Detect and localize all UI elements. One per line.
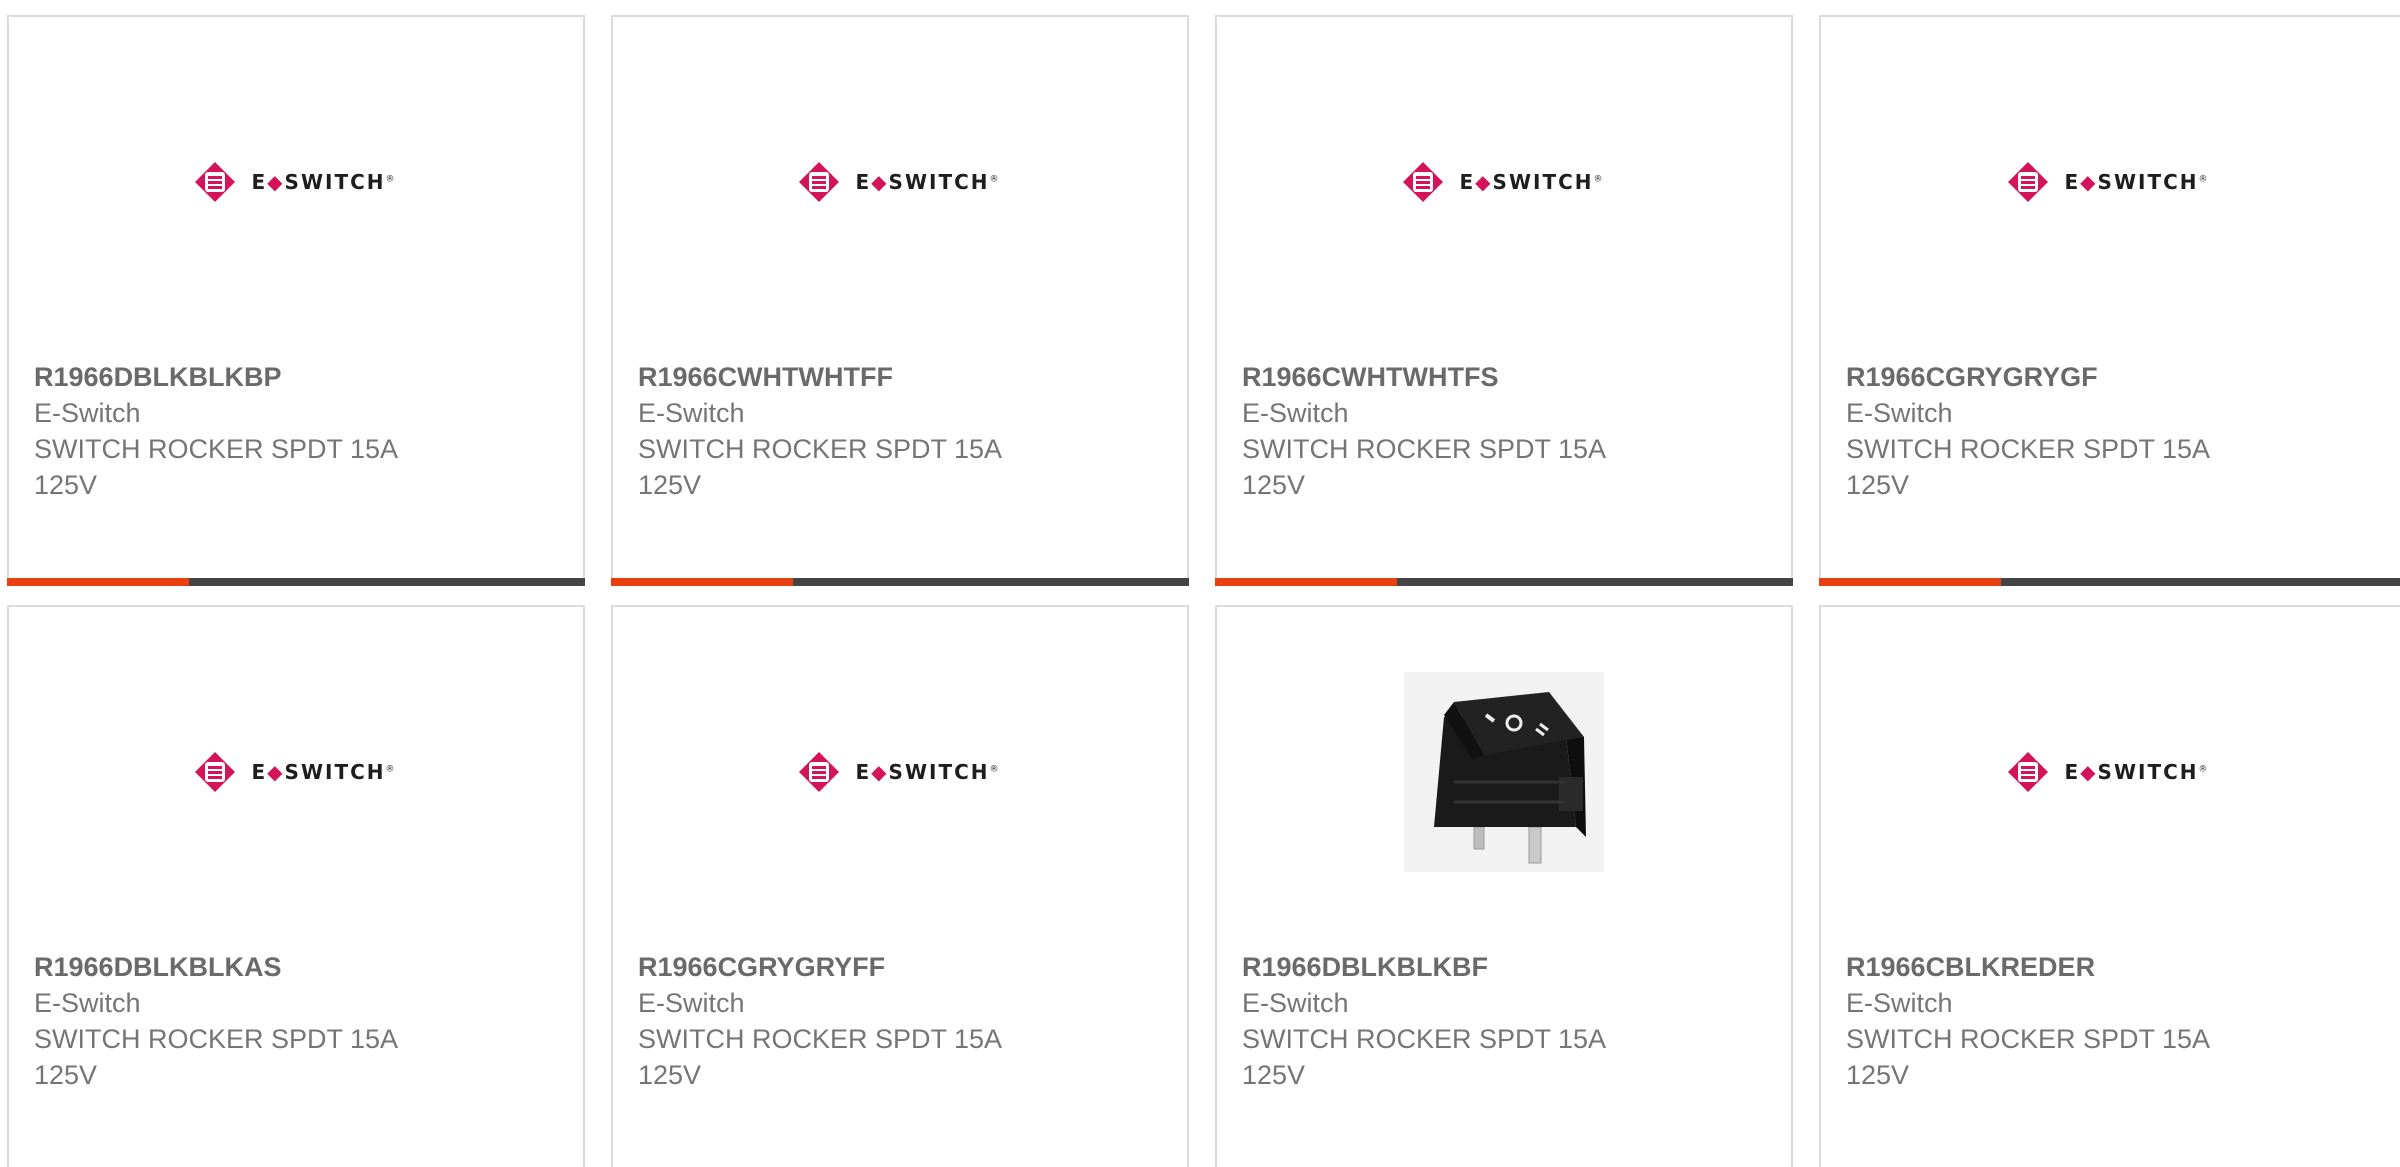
eswitch-logo-icon bbox=[799, 162, 840, 202]
eswitch-logo-icon bbox=[799, 752, 840, 792]
part-number[interactable]: R1966CWHTWHTFF bbox=[638, 359, 1167, 395]
card-accent-bar bbox=[7, 578, 585, 586]
product-card[interactable]: E◆SWITCH® R1966DBLKBLKAS E-Switch SWITCH… bbox=[7, 605, 585, 1167]
product-description: SWITCH ROCKER SPDT 15A 125V bbox=[34, 1024, 397, 1090]
product-description: SWITCH ROCKER SPDT 15A 125V bbox=[1242, 1024, 1605, 1090]
part-number[interactable]: R1966DBLKBLKBF bbox=[1242, 949, 1771, 985]
product-description: SWITCH ROCKER SPDT 15A 125V bbox=[34, 434, 397, 500]
eswitch-logo: E◆SWITCH® bbox=[1403, 162, 1604, 202]
manufacturer: E-Switch bbox=[1242, 988, 1349, 1018]
manufacturer: E-Switch bbox=[638, 398, 745, 428]
product-image: E◆SWITCH® bbox=[1821, 607, 2397, 937]
product-description: SWITCH ROCKER SPDT 15A 125V bbox=[1846, 434, 2209, 500]
eswitch-logo-text: E◆SWITCH® bbox=[2064, 170, 2210, 194]
part-number[interactable]: R1966CGRYGRYFF bbox=[638, 949, 1167, 985]
product-description: SWITCH ROCKER SPDT 15A 125V bbox=[638, 1024, 1001, 1090]
product-card[interactable]: E◆SWITCH® R1966CGRYGRYFF E-Switch SWITCH… bbox=[611, 605, 1189, 1167]
eswitch-logo-text: E◆SWITCH® bbox=[855, 170, 1001, 194]
part-number[interactable]: R1966DBLKBLKBP bbox=[34, 359, 563, 395]
eswitch-logo-text: E◆SWITCH® bbox=[251, 760, 397, 784]
part-number[interactable]: R1966CGRYGRYGF bbox=[1846, 359, 2384, 395]
product-card[interactable]: E◆SWITCH® R1966CGRYGRYGF E-Switch SWITCH… bbox=[1819, 15, 2400, 586]
manufacturer: E-Switch bbox=[638, 988, 745, 1018]
part-number[interactable]: R1966DBLKBLKAS bbox=[34, 949, 563, 985]
manufacturer: E-Switch bbox=[34, 988, 141, 1018]
eswitch-logo: E◆SWITCH® bbox=[195, 752, 396, 792]
part-number[interactable]: R1966CBLKREDER bbox=[1846, 949, 2384, 985]
product-image: E◆SWITCH® bbox=[613, 17, 1187, 347]
product-card[interactable]: E◆SWITCH® R1966CWHTWHTFF E-Switch SWITCH… bbox=[611, 15, 1189, 586]
product-image: E◆SWITCH® bbox=[613, 607, 1187, 937]
rocker-switch-icon bbox=[1434, 692, 1586, 864]
manufacturer: E-Switch bbox=[1242, 398, 1349, 428]
card-accent-bar bbox=[611, 578, 1189, 586]
eswitch-logo: E◆SWITCH® bbox=[799, 752, 1000, 792]
eswitch-logo: E◆SWITCH® bbox=[799, 162, 1000, 202]
part-number[interactable]: R1966CWHTWHTFS bbox=[1242, 359, 1771, 395]
product-description: SWITCH ROCKER SPDT 15A 125V bbox=[1846, 1024, 2209, 1090]
card-accent-bar bbox=[1819, 578, 2400, 586]
product-description: SWITCH ROCKER SPDT 15A 125V bbox=[1242, 434, 1605, 500]
product-card[interactable]: E◆SWITCH® R1966CWHTWHTFS E-Switch SWITCH… bbox=[1215, 15, 1793, 586]
rocker-switch-photo bbox=[1404, 672, 1604, 872]
product-image: E◆SWITCH® bbox=[1217, 17, 1791, 347]
manufacturer: E-Switch bbox=[1846, 988, 1953, 1018]
product-card[interactable]: E◆SWITCH® R1966CBLKREDER E-Switch SWITCH… bbox=[1819, 605, 2400, 1167]
product-card[interactable]: R1966DBLKBLKBF E-Switch SWITCH ROCKER SP… bbox=[1215, 605, 1793, 1167]
eswitch-logo-icon bbox=[195, 162, 236, 202]
product-image: E◆SWITCH® bbox=[9, 17, 583, 347]
product-image: E◆SWITCH® bbox=[1821, 17, 2397, 347]
eswitch-logo-text: E◆SWITCH® bbox=[855, 760, 1001, 784]
eswitch-logo-icon bbox=[195, 752, 236, 792]
eswitch-logo-icon bbox=[2008, 752, 2049, 792]
product-card[interactable]: E◆SWITCH® R1966DBLKBLKBP E-Switch SWITCH… bbox=[7, 15, 585, 586]
product-image: E◆SWITCH® bbox=[9, 607, 583, 937]
eswitch-logo-text: E◆SWITCH® bbox=[2064, 760, 2210, 784]
manufacturer: E-Switch bbox=[34, 398, 141, 428]
eswitch-logo-text: E◆SWITCH® bbox=[1459, 170, 1605, 194]
manufacturer: E-Switch bbox=[1846, 398, 1953, 428]
eswitch-logo-icon bbox=[1403, 162, 1444, 202]
eswitch-logo: E◆SWITCH® bbox=[2008, 752, 2209, 792]
product-image bbox=[1217, 607, 1791, 937]
card-accent-bar bbox=[1215, 578, 1793, 586]
eswitch-logo: E◆SWITCH® bbox=[2008, 162, 2209, 202]
eswitch-logo-icon bbox=[2008, 162, 2049, 202]
product-grid: E◆SWITCH® R1966DBLKBLKBP E-Switch SWITCH… bbox=[0, 0, 2400, 1167]
eswitch-logo-text: E◆SWITCH® bbox=[251, 170, 397, 194]
eswitch-logo: E◆SWITCH® bbox=[195, 162, 396, 202]
product-description: SWITCH ROCKER SPDT 15A 125V bbox=[638, 434, 1001, 500]
